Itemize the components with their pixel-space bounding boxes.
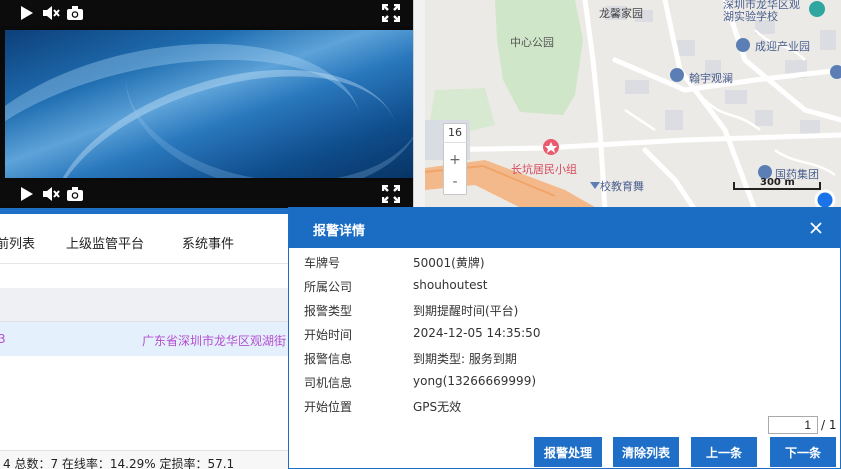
map-label-school-supply: 校教育舞 <box>600 180 644 193</box>
zoom-out-button[interactable]: - <box>443 172 467 192</box>
prev-button[interactable]: 上一条 <box>691 437 757 467</box>
field-label-plate: 车牌号 <box>304 256 341 270</box>
clear-list-button[interactable]: 清除列表 <box>613 437 679 467</box>
field-value-company: shouhoutest <box>413 278 488 292</box>
field-label-driver: 司机信息 <box>304 376 353 390</box>
page-number-input[interactable] <box>768 416 818 434</box>
page-total: / 1 <box>821 418 837 432</box>
table-row[interactable]: 3 广东省深圳市龙华区观湖街 <box>0 322 288 356</box>
field-label-alarm-type: 报警类型 <box>304 304 353 318</box>
dialog-header[interactable]: 报警详情 <box>289 208 840 248</box>
mute-icon[interactable] <box>42 185 60 203</box>
snapshot-icon[interactable] <box>66 4 84 22</box>
fullscreen-icon[interactable] <box>382 4 400 22</box>
snapshot-icon[interactable] <box>66 185 84 203</box>
field-value-start-time: 2024-12-05 14:35:50 <box>413 326 541 340</box>
video-toolbar-bottom <box>0 181 413 207</box>
table-header <box>0 288 288 322</box>
field-value-plate: 50001(黄牌) <box>413 256 485 270</box>
mute-icon[interactable] <box>42 4 60 22</box>
video-panel <box>0 0 413 208</box>
zoom-in-button[interactable]: + <box>443 150 467 170</box>
play-icon[interactable] <box>18 4 36 22</box>
fullscreen-icon[interactable] <box>382 185 400 203</box>
field-value-alarm-info: 到期类型: 服务到期 <box>413 352 517 366</box>
field-label-company: 所属公司 <box>304 280 353 294</box>
map-label-garden: 龙馨家园 <box>599 7 643 20</box>
tab-system-events[interactable]: 系统事件 <box>182 233 234 252</box>
tab-list[interactable]: 前列表 <box>0 233 35 252</box>
panel-splitter[interactable] <box>413 0 425 210</box>
play-icon[interactable] <box>18 185 36 203</box>
map-scale-label: 300 m <box>760 177 795 188</box>
field-value-driver: yong(13266669999) <box>413 374 537 388</box>
field-label-start-time: 开始时间 <box>304 328 353 342</box>
map-label-school: 深圳市龙华区观湖实验学校 <box>723 0 800 23</box>
bottom-tabs: 前列表 上级监管平台 系统事件 <box>0 214 288 264</box>
field-value-alarm-type: 到期提醒时间(平台) <box>413 304 519 318</box>
map-zoom-level: 16 <box>443 123 467 143</box>
status-summary: 4 总数：7 在线率：14.29% 定损率：57.1 <box>3 457 235 469</box>
dialog-title: 报警详情 <box>313 224 366 239</box>
status-bar: 4 总数：7 在线率：14.29% 定损率：57.1 <box>0 450 288 469</box>
map-label-committee: 长坑居民小组 <box>511 163 577 176</box>
close-icon[interactable] <box>808 220 824 236</box>
map-label-park: 中心公园 <box>510 36 554 49</box>
next-button[interactable]: 下一条 <box>770 437 836 467</box>
video-toolbar-top <box>0 0 413 26</box>
field-label-alarm-info: 报警信息 <box>304 352 353 366</box>
monitoring-app: 中心公园 龙馨家园 深圳市龙华区观湖实验学校 成迎产业园 翰宇观澜 长坑居民小组… <box>0 0 841 469</box>
tab-superior-platform[interactable]: 上级监管平台 <box>66 233 144 252</box>
row-address-cell[interactable]: 广东省深圳市龙华区观湖街 <box>142 332 286 349</box>
alarm-detail-dialog: 报警详情 车牌号 50001(黄牌) 所属公司 shouhoutest 报警类型… <box>288 207 841 469</box>
video-feed[interactable] <box>5 30 413 178</box>
map-label-industrial: 成迎产业园 <box>755 40 810 53</box>
map-label-hanyu: 翰宇观澜 <box>689 72 733 85</box>
field-label-start-location: 开始位置 <box>304 400 353 414</box>
field-value-start-location: GPS无效 <box>413 400 462 414</box>
row-index-cell: 3 <box>0 332 6 346</box>
handle-alarm-button[interactable]: 报警处理 <box>534 437 602 467</box>
